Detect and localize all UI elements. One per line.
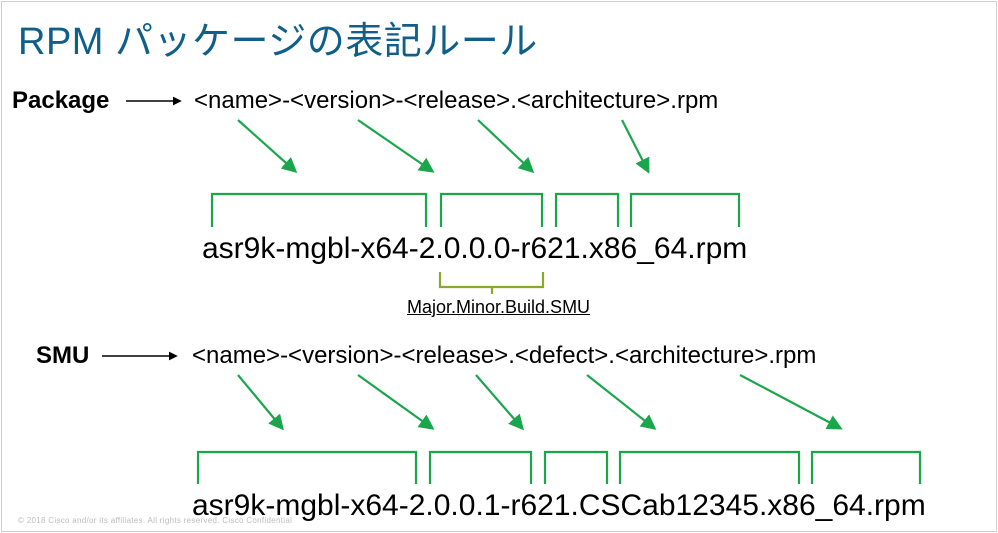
footer-text: © 2018 Cisco and/or its affiliates. All … bbox=[18, 516, 292, 525]
smu-example: asr9k-mgbl-x64-2.0.0.1-r621.CSCab12345.x… bbox=[192, 489, 926, 523]
package-label: Package bbox=[12, 87, 109, 115]
version-legend: Major.Minor.Build.SMU bbox=[407, 297, 590, 318]
slide-title: RPM パッケージの表記ルール bbox=[18, 10, 538, 65]
smu-label: SMU bbox=[36, 342, 89, 370]
package-pattern: <name>-<version>-<release>.<architecture… bbox=[194, 87, 718, 115]
slide: RPM パッケージの表記ルール Package <name>-<version>… bbox=[1, 1, 997, 532]
smu-pattern: <name>-<version>-<release>.<defect>.<arc… bbox=[192, 342, 816, 370]
package-example: asr9k-mgbl-x64-2.0.0.0-r621.x86_64.rpm bbox=[202, 232, 747, 266]
diagram-overlay bbox=[2, 2, 998, 533]
